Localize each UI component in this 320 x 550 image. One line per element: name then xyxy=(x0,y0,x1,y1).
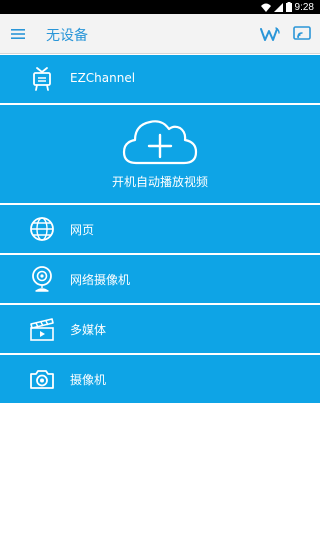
webcam-label: 网络摄像机 xyxy=(70,273,131,287)
tv-icon xyxy=(33,67,51,91)
page-title: 无设备 xyxy=(46,28,88,44)
cloud-add-icon xyxy=(122,120,198,165)
app-bar: 无设备 xyxy=(0,14,320,54)
autoplay-add-tile[interactable]: 开机自动播放视频 xyxy=(0,105,320,203)
autoplay-label: 开机自动播放视频 xyxy=(111,175,208,189)
clapperboard-icon xyxy=(30,318,54,341)
web-label: 网页 xyxy=(70,223,95,237)
globe-icon xyxy=(30,217,54,241)
multimedia-label: 多媒体 xyxy=(70,323,107,337)
wifi-connect-icon[interactable] xyxy=(259,25,281,43)
hamburger-menu-icon[interactable] xyxy=(10,26,26,42)
webcam-icon xyxy=(32,266,52,292)
status-time: 9:28 xyxy=(294,1,314,13)
list-item-multimedia[interactable]: 多媒体 xyxy=(0,305,320,353)
list-item-web[interactable]: 网页 xyxy=(0,205,320,253)
camera-label: 摄像机 xyxy=(70,373,107,387)
list-item-webcam[interactable]: 网络摄像机 xyxy=(0,255,320,303)
ezchannel-label: EZChannel xyxy=(70,71,136,85)
wifi-signal-icon xyxy=(260,3,271,12)
cellular-signal-icon xyxy=(273,2,283,12)
battery-icon xyxy=(285,2,292,12)
camera-icon xyxy=(30,370,54,389)
list-item-ezchannel[interactable]: EZChannel xyxy=(0,55,320,103)
channel-list: EZChannel 开机自动播放视频 网页 网络摄像机 多媒体 摄像机 xyxy=(0,55,320,405)
status-bar: 9:28 xyxy=(0,0,320,14)
cast-screen-icon[interactable] xyxy=(292,25,312,43)
list-item-camera[interactable]: 摄像机 xyxy=(0,355,320,403)
